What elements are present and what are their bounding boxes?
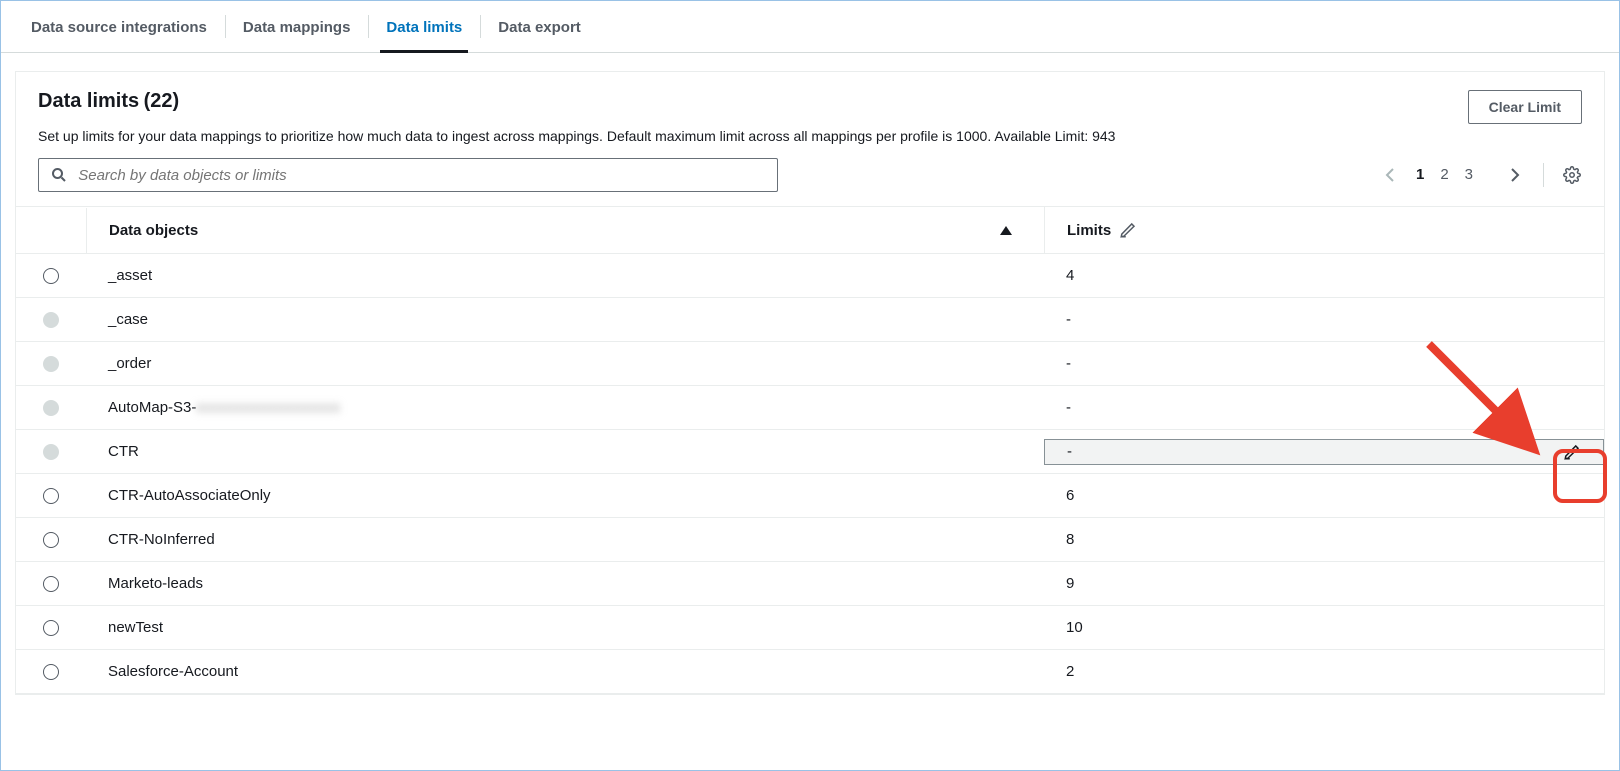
row-radio[interactable]	[16, 651, 86, 693]
pagination-separator	[1543, 163, 1544, 187]
search-input[interactable]	[76, 166, 767, 185]
data-object-cell: _asset	[86, 254, 1044, 297]
data-object-cell: CTR-NoInferred	[86, 518, 1044, 561]
limit-cell[interactable]: -	[1044, 342, 1604, 385]
row-radio[interactable]	[16, 343, 86, 385]
limit-cell[interactable]: -	[1044, 439, 1604, 465]
tab-data-source-integrations[interactable]: Data source integrations	[13, 1, 225, 52]
panel-header: Data limits (22) Clear Limit	[16, 72, 1604, 128]
data-object-cell: AutoMap-S3-xxxxxxxxxxxxxxxxx	[86, 386, 1044, 429]
tab-data-limits[interactable]: Data limits	[368, 1, 480, 52]
search-box[interactable]	[38, 158, 778, 192]
row-radio[interactable]	[16, 255, 86, 297]
prev-page-icon[interactable]	[1380, 165, 1400, 185]
row-radio[interactable]	[16, 519, 86, 561]
limit-cell[interactable]: 9	[1044, 562, 1604, 605]
tab-data-export[interactable]: Data export	[480, 1, 599, 52]
table-row[interactable]: CTR -	[16, 430, 1604, 474]
data-object-cell: CTR-AutoAssociateOnly	[86, 474, 1044, 517]
table-row[interactable]: CTR-AutoAssociateOnly6	[16, 474, 1604, 518]
table-row[interactable]: CTR-NoInferred8	[16, 518, 1604, 562]
table-row[interactable]: Marketo-leads9	[16, 562, 1604, 606]
row-radio[interactable]	[16, 299, 86, 341]
tab-data-mappings[interactable]: Data mappings	[225, 1, 369, 52]
next-page-icon[interactable]	[1505, 165, 1525, 185]
page-1[interactable]: 1	[1416, 166, 1424, 183]
table-row[interactable]: _asset4	[16, 254, 1604, 298]
toolbar: 123	[16, 158, 1604, 206]
col-select	[16, 216, 86, 244]
data-object-cell: newTest	[86, 606, 1044, 649]
limit-cell[interactable]: -	[1044, 386, 1604, 429]
page-3[interactable]: 3	[1465, 166, 1473, 183]
data-object-cell: _order	[86, 342, 1044, 385]
data-limits-table: Data objects Limits _asset4_case-_order-…	[16, 206, 1604, 694]
row-radio[interactable]	[16, 431, 86, 473]
clear-limit-button[interactable]: Clear Limit	[1468, 90, 1582, 124]
page-2[interactable]: 2	[1440, 166, 1448, 183]
limit-cell[interactable]: 2	[1044, 650, 1604, 693]
row-radio[interactable]	[16, 387, 86, 429]
limit-cell[interactable]: 6	[1044, 474, 1604, 517]
table-row[interactable]: _case-	[16, 298, 1604, 342]
limit-cell[interactable]: 10	[1044, 606, 1604, 649]
data-limits-panel: Data limits (22) Clear Limit Set up limi…	[15, 71, 1605, 695]
col-limits[interactable]: Limits	[1044, 207, 1604, 253]
data-object-cell: CTR	[86, 430, 1044, 473]
panel-title-wrap: Data limits (22)	[38, 90, 179, 113]
data-object-cell: Marketo-leads	[86, 562, 1044, 605]
limit-cell[interactable]: 4	[1044, 254, 1604, 297]
edit-column-icon	[1119, 221, 1137, 239]
settings-icon[interactable]	[1562, 165, 1582, 185]
panel-count: (22)	[144, 90, 180, 112]
row-radio[interactable]	[16, 607, 86, 649]
panel-title: Data limits	[38, 90, 139, 112]
pagination: 123	[1380, 163, 1582, 187]
sort-asc-icon	[1000, 226, 1012, 235]
table-row[interactable]: AutoMap-S3-xxxxxxxxxxxxxxxxx-	[16, 386, 1604, 430]
limit-value: -	[1067, 443, 1072, 460]
limit-cell[interactable]: 8	[1044, 518, 1604, 561]
col-data-objects-label: Data objects	[109, 222, 198, 239]
table-row[interactable]: _order-	[16, 342, 1604, 386]
row-radio[interactable]	[16, 563, 86, 605]
col-data-objects[interactable]: Data objects	[86, 208, 1044, 253]
edit-limit-icon[interactable]	[1563, 443, 1581, 461]
row-radio[interactable]	[16, 475, 86, 517]
table-header: Data objects Limits	[16, 207, 1604, 254]
data-object-cell: Salesforce-Account	[86, 650, 1044, 693]
data-object-cell: _case	[86, 298, 1044, 341]
limit-cell[interactable]: -	[1044, 298, 1604, 341]
tabs-bar: Data source integrationsData mappingsDat…	[1, 1, 1619, 53]
search-icon	[49, 165, 68, 185]
panel-subtitle: Set up limits for your data mappings to …	[16, 128, 1604, 158]
table-row[interactable]: newTest10	[16, 606, 1604, 650]
col-limits-label: Limits	[1067, 222, 1111, 239]
table-row[interactable]: Salesforce-Account2	[16, 650, 1604, 694]
